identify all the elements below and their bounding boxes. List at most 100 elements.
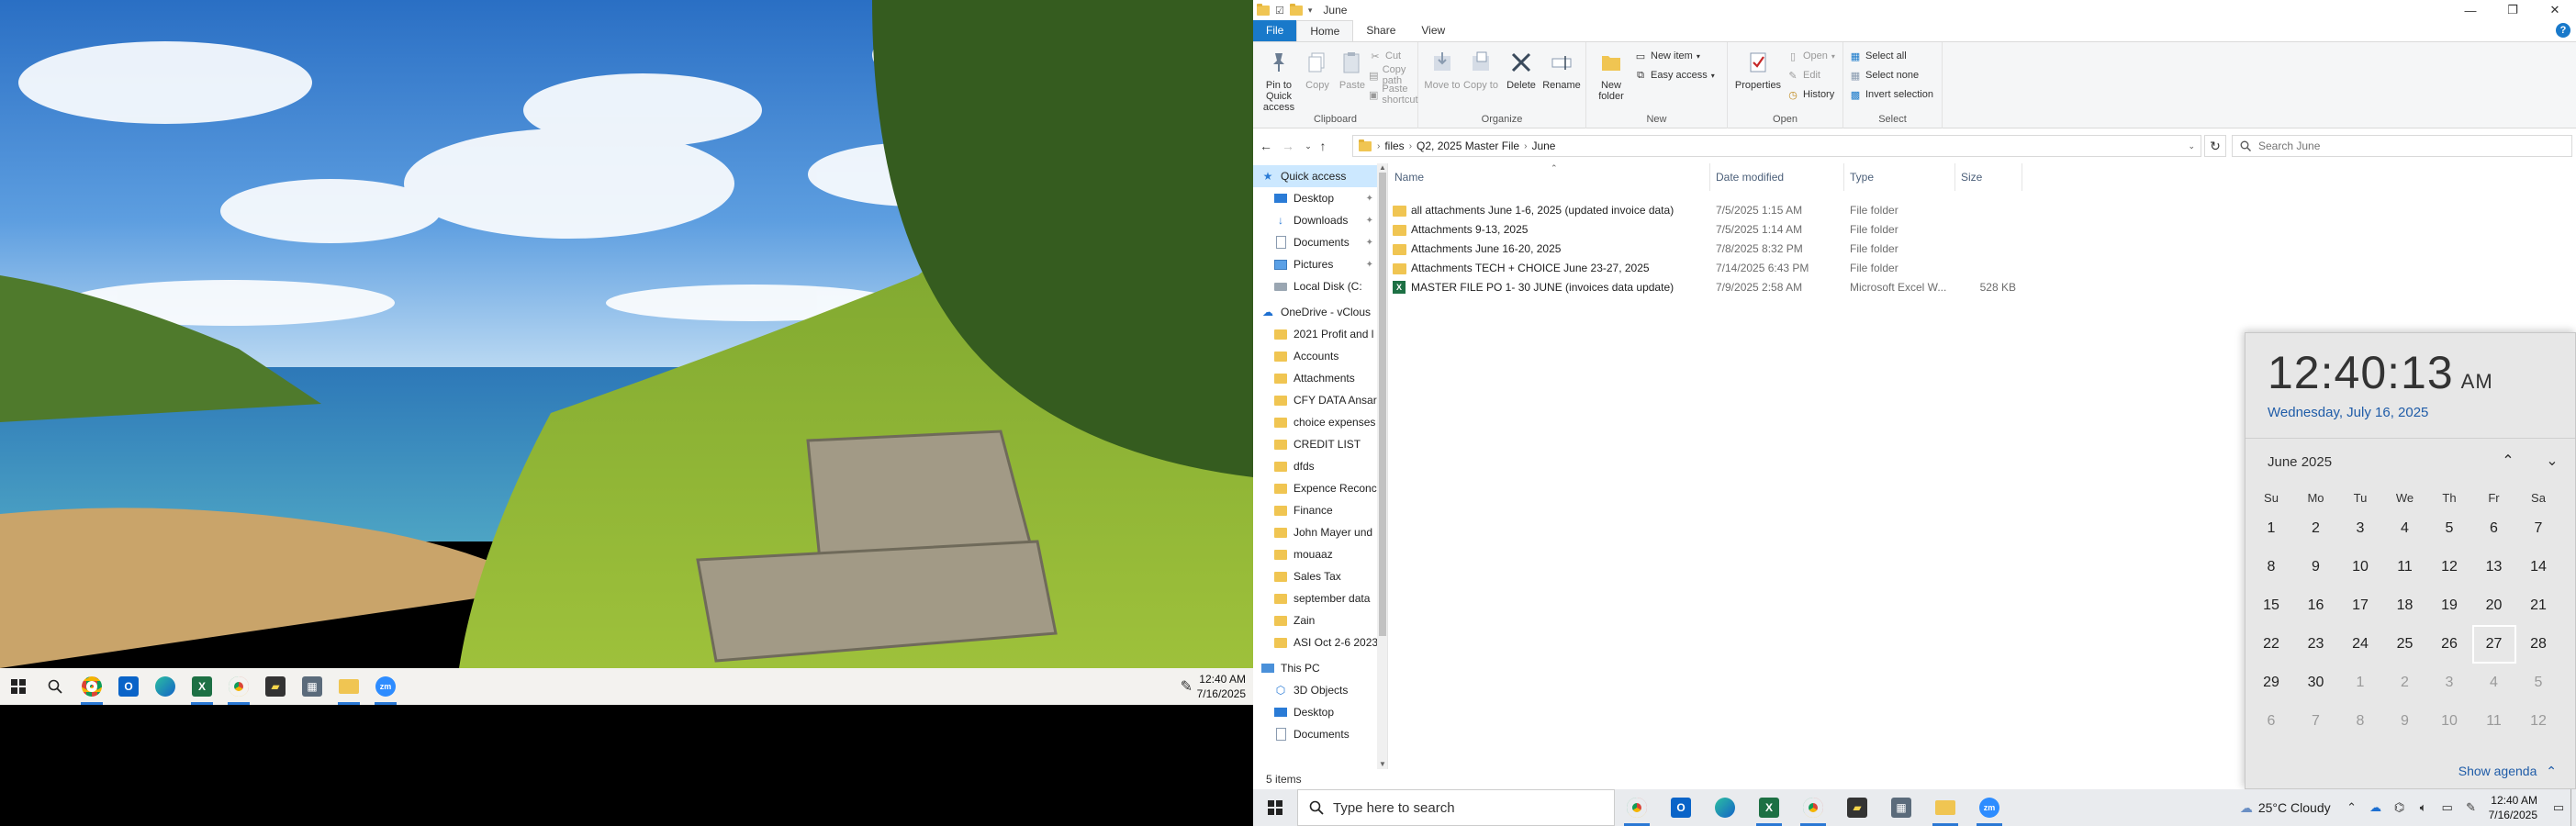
taskbar-search-box[interactable]: Type here to search: [1297, 789, 1615, 826]
calendar-day[interactable]: 13: [2472, 548, 2516, 586]
calendar-day[interactable]: 25: [2383, 625, 2427, 664]
calendar-day[interactable]: 11: [2472, 702, 2516, 741]
calendar-day[interactable]: 16: [2294, 586, 2338, 625]
properties-button[interactable]: Properties: [1731, 48, 1785, 91]
taskbar-zoom[interactable]: zm: [1967, 789, 2011, 826]
file-row[interactable]: Attachments June 16-20, 2025 7/8/2025 8:3…: [1389, 239, 2399, 259]
calendar-day[interactable]: 12: [2516, 702, 2560, 741]
edit-button[interactable]: ✎ Edit: [1786, 67, 1820, 84]
calendar-day[interactable]: 6: [2472, 509, 2516, 548]
calendar-day[interactable]: 11: [2383, 548, 2427, 586]
nav-onedrive-item[interactable]: CREDIT LIST: [1253, 433, 1377, 455]
nav-onedrive-item[interactable]: mouaaz: [1253, 543, 1377, 565]
search-button[interactable]: [37, 668, 73, 705]
calendar-day[interactable]: 4: [2472, 664, 2516, 702]
taskbar-chrome-2[interactable]: [220, 668, 257, 705]
calendar-next-button[interactable]: ⌄: [2541, 451, 2563, 473]
calendar-day[interactable]: 24: [2338, 625, 2382, 664]
nav-onedrive-item[interactable]: 2021 Profit and l: [1253, 323, 1377, 345]
nav-onedrive-item[interactable]: Accounts: [1253, 345, 1377, 367]
calendar-day[interactable]: 28: [2516, 625, 2560, 664]
calendar-day[interactable]: 1: [2249, 509, 2293, 548]
address-dropdown-icon[interactable]: ⌄: [2188, 141, 2195, 151]
breadcrumb-files[interactable]: files: [1384, 140, 1404, 152]
nav-quick-item[interactable]: Desktop ✦: [1253, 187, 1377, 209]
right-taskbar-clock[interactable]: 12:40 AM 7/16/2025: [2483, 793, 2547, 822]
nav-quick-item[interactable]: Local Disk (C:: [1253, 275, 1377, 297]
nav-onedrive-item[interactable]: september data: [1253, 587, 1377, 609]
search-box[interactable]: [2232, 135, 2572, 157]
nav-onedrive[interactable]: ☁ OneDrive - vClous: [1253, 301, 1377, 323]
taskbar-edge[interactable]: [1703, 789, 1747, 826]
nav-scrollbar-thumb[interactable]: [1379, 173, 1386, 636]
calendar-month-label[interactable]: June 2025: [2268, 454, 2332, 470]
calendar-day[interactable]: 30: [2294, 664, 2338, 702]
taskbar-file-explorer[interactable]: [1923, 789, 1967, 826]
nav-onedrive-item[interactable]: Attachments: [1253, 367, 1377, 389]
select-all-button[interactable]: ▦ Select all: [1849, 48, 1907, 64]
calendar-day[interactable]: 3: [2427, 664, 2471, 702]
paste-shortcut-button[interactable]: ▣ Paste shortcut: [1369, 84, 1421, 106]
tab-view[interactable]: View: [1408, 20, 1458, 41]
copy-to-button[interactable]: Copy to: [1462, 48, 1499, 91]
battery-icon[interactable]: ▭: [2436, 789, 2459, 826]
nav-onedrive-item[interactable]: choice expenses: [1253, 411, 1377, 433]
weather-text[interactable]: 25°C Cloudy: [2258, 800, 2331, 815]
invert-selection-button[interactable]: ▩ Invert selection: [1849, 86, 1933, 103]
network-icon[interactable]: ⌬: [2388, 789, 2412, 826]
column-header-size[interactable]: Size: [1955, 163, 2022, 191]
taskbar-file-explorer[interactable]: [330, 668, 367, 705]
nav-onedrive-item[interactable]: Sales Tax: [1253, 565, 1377, 587]
column-header-type[interactable]: Type: [1844, 163, 1955, 191]
taskbar-edge[interactable]: [147, 668, 184, 705]
search-input[interactable]: [2258, 140, 2552, 152]
refresh-button[interactable]: ↻: [2204, 135, 2226, 157]
scroll-down-icon[interactable]: ▼: [1377, 760, 1387, 769]
new-folder-button[interactable]: New folder: [1592, 48, 1630, 102]
cut-button[interactable]: ✂ Cut: [1369, 48, 1401, 64]
calendar-day[interactable]: 26: [2427, 625, 2471, 664]
calendar-day[interactable]: 27: [2471, 625, 2516, 664]
calendar-day[interactable]: 17: [2338, 586, 2382, 625]
nav-onedrive-item[interactable]: ASI Oct 2-6 2023: [1253, 631, 1377, 653]
taskbar-zoom[interactable]: zm: [367, 668, 404, 705]
calendar-day[interactable]: 15: [2249, 586, 2293, 625]
file-row[interactable]: Attachments 9-13, 2025 7/5/2025 1:14 AM Fi…: [1389, 219, 2399, 240]
calendar-day[interactable]: 19: [2427, 586, 2471, 625]
calendar-day[interactable]: 10: [2427, 702, 2471, 741]
calendar-day[interactable]: 20: [2472, 586, 2516, 625]
calendar-day[interactable]: 8: [2249, 548, 2293, 586]
calendar-day[interactable]: 10: [2338, 548, 2382, 586]
breadcrumb-q2-master-file[interactable]: Q2, 2025 Master File: [1417, 140, 1519, 152]
show-desktop-button[interactable]: [2570, 789, 2576, 826]
calendar-day[interactable]: 9: [2383, 702, 2427, 741]
nav-this-pc[interactable]: This PC: [1253, 657, 1377, 679]
taskbar-excel[interactable]: X: [184, 668, 220, 705]
tab-home[interactable]: Home: [1296, 20, 1354, 41]
forward-button[interactable]: →: [1279, 137, 1297, 155]
file-row[interactable]: all attachments June 1-6, 2025 (updated …: [1389, 200, 2399, 220]
taskbar-excel[interactable]: X: [1747, 789, 1791, 826]
calendar-day[interactable]: 1: [2338, 664, 2382, 702]
show-agenda-button[interactable]: Show agenda ⌃: [2458, 764, 2557, 779]
tab-file[interactable]: File: [1253, 20, 1297, 41]
calendar-day[interactable]: 3: [2338, 509, 2382, 548]
back-button[interactable]: ←: [1257, 137, 1275, 155]
calendar-day[interactable]: 22: [2249, 625, 2293, 664]
nav-quick-item[interactable]: ↓ Downloads ✦: [1253, 209, 1377, 231]
calendar-day[interactable]: 5: [2516, 664, 2560, 702]
calendar-prev-button[interactable]: ⌃: [2497, 451, 2519, 473]
nav-onedrive-item[interactable]: Expence Reconc: [1253, 477, 1377, 499]
history-button[interactable]: ◷ History: [1786, 86, 1834, 103]
calendar-day[interactable]: 4: [2383, 509, 2427, 548]
copy-path-button[interactable]: ▤ Copy path: [1369, 64, 1417, 86]
nav-pc-item[interactable]: Documents: [1253, 723, 1377, 745]
pin-quick-access-button[interactable]: Pin to Quick access: [1257, 48, 1301, 113]
breadcrumb-june[interactable]: June: [1531, 140, 1555, 152]
show-hidden-icons-icon[interactable]: ⌃: [2340, 789, 2364, 826]
calendar-day[interactable]: 8: [2338, 702, 2382, 741]
rename-button[interactable]: Rename: [1541, 48, 1582, 91]
taskbar-outlook[interactable]: O: [1659, 789, 1703, 826]
column-header-date[interactable]: Date modified: [1710, 163, 1844, 191]
nav-scrollbar[interactable]: ▲ ▼: [1377, 163, 1387, 769]
